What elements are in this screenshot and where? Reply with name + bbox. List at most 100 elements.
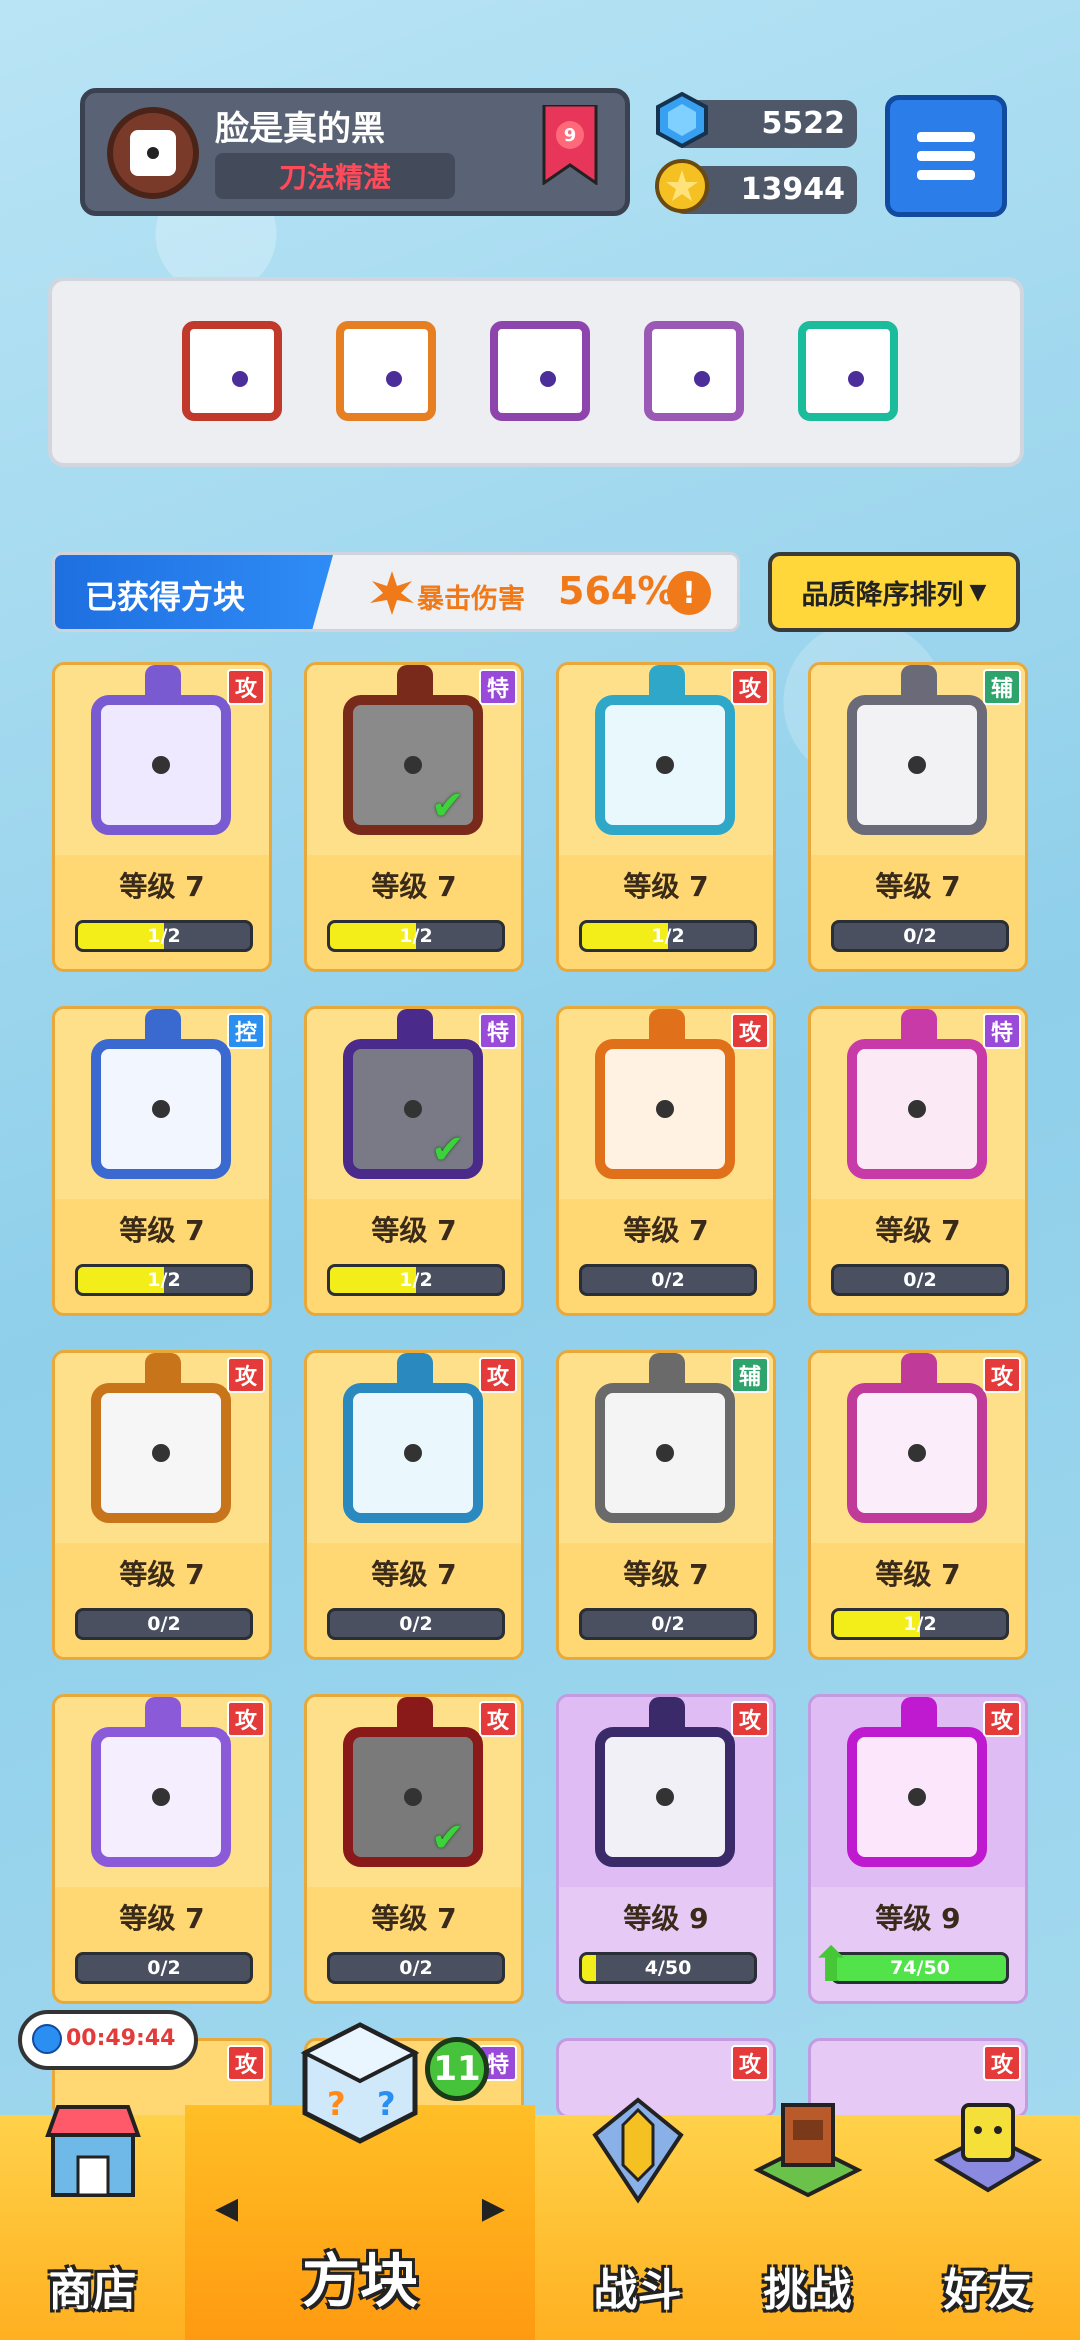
battle-shield-icon [591,2097,684,2204]
card-progress-text: 4/50 [644,1957,692,1979]
info-icon[interactable]: ! [667,571,711,615]
equipped-slot-3[interactable] [490,321,590,421]
svg-text:?: ? [377,2085,396,2123]
block-card[interactable]: 攻 等级 7 0/2 [52,1694,272,2004]
stats-bar: 已获得方块 暴击伤害 564% ! [52,552,740,632]
avatar[interactable] [107,107,199,199]
attack-badge: 攻 [731,669,769,705]
block-card[interactable]: 攻 等级 9 74/50 ⬆ [808,1694,1028,2004]
equipped-check-icon: ✔ [431,783,465,829]
equipped-slot-4[interactable] [644,321,744,421]
mystery-block-icon: ?? [300,2022,420,2144]
block-card[interactable]: 攻 等级 9 4/50 [556,1694,776,2004]
card-progress-bar: 1/2 [75,1264,253,1296]
card-progress-bar: 0/2 [831,1264,1009,1296]
caret-down-icon: ▼ [969,579,987,605]
block-card[interactable]: 攻 等级 7 0/2 [556,1006,776,1316]
card-progress-bar: 0/2 [75,1608,253,1640]
friends-cube-icon [933,2103,1042,2193]
next-arrow-icon[interactable]: ▶ [482,2191,505,2226]
nav-challenge[interactable]: 挑战 [720,2103,895,2340]
attack-badge: 攻 [983,1701,1021,1737]
card-progress-text: 0/2 [399,1613,433,1635]
crit-damage-label: 暴击伤害 [417,584,525,615]
block-card[interactable]: 攻 等级 7 1/2 [808,1350,1028,1660]
timer-bubble[interactable]: 00:49:44 [18,2010,198,2070]
nav-battle[interactable]: 战斗 [545,2097,730,2340]
gem-count: 5522 [761,106,846,141]
attack-badge: 攻 [227,1357,265,1393]
card-progress-bar: 1/2 [75,920,253,952]
control-badge: 控 [227,1013,265,1049]
card-progress-text: 0/2 [903,925,937,947]
nav-shop[interactable]: 商店 [0,2105,185,2340]
block-icon [91,695,231,835]
card-progress-text: 1/2 [147,925,181,947]
dice-icon [130,130,176,176]
gem-counter[interactable]: 5522 [656,92,857,148]
upgrade-arrow-icon[interactable]: ⬆ [811,1937,851,1993]
player-title-box: 刀法精湛 [215,153,455,199]
rank-ribbon-icon[interactable]: 9 [540,103,600,186]
sort-button[interactable]: 品质降序排列 ▼ [768,552,1020,632]
player-title: 刀法精湛 [278,161,391,194]
block-card[interactable]: 攻 等级 7 1/2 [52,662,272,972]
card-progress-bar: 74/50 [831,1952,1009,1984]
card-progress-text: 1/2 [399,1269,433,1291]
card-level: 等级 7 [371,870,457,903]
attack-badge: 攻 [731,1701,769,1737]
nav-battle-label: 战斗 [593,2265,682,2316]
block-card[interactable]: 辅 等级 7 0/2 [556,1350,776,1660]
block-icon [343,1383,483,1523]
coin-icon [655,159,709,213]
card-progress-text: 1/2 [903,1613,937,1635]
coin-count: 13944 [740,172,845,207]
nav-blocks[interactable]: ?? ◀ ▶ 方块 [185,2022,535,2340]
card-progress-text: 0/2 [147,1613,181,1635]
nav-friends[interactable]: 好友 [895,2103,1080,2340]
equipped-slot-1[interactable] [182,321,282,421]
card-progress-text: 0/2 [147,1957,181,1979]
gem-icon [656,92,708,148]
special-badge: 特 [479,1013,517,1049]
coin-counter[interactable]: 13944 [655,159,857,214]
block-icon [91,1039,231,1179]
attack-badge: 攻 [983,2045,1021,2081]
card-level: 等级 7 [119,1214,205,1247]
obtained-blocks-label: 已获得方块 [55,555,333,629]
block-card[interactable]: 辅 等级 7 0/2 [808,662,1028,972]
card-level: 等级 7 [623,1214,709,1247]
block-icon [595,1039,735,1179]
card-progress-text: 0/2 [651,1269,685,1291]
block-card[interactable]: 特 等级 7 0/2 [808,1006,1028,1316]
card-level: 等级 7 [119,1902,205,1935]
card-progress-text: 0/2 [399,1957,433,1979]
block-icon [847,1039,987,1179]
card-progress-text: 0/2 [903,1269,937,1291]
special-badge: 特 [983,1013,1021,1049]
attack-badge: 攻 [731,1013,769,1049]
block-card[interactable]: 攻 等级 7 0/2 [52,1350,272,1660]
card-progress-text: 0/2 [651,1613,685,1635]
player-name: 脸是真的黑 [215,109,385,149]
card-level: 等级 9 [875,1902,961,1935]
equipped-slot-2[interactable] [336,321,436,421]
card-progress-text: 74/50 [890,1957,950,1979]
block-card[interactable]: 攻 等级 7 1/2 [556,662,776,972]
block-card[interactable]: 特 ✔ 等级 7 1/2 [304,662,524,972]
card-progress-bar: 0/2 [579,1608,757,1640]
block-card[interactable]: 攻 等级 7 0/2 [304,1350,524,1660]
block-card[interactable]: 攻 ✔ 等级 7 0/2 [304,1694,524,2004]
card-progress-bar: 1/2 [327,1264,505,1296]
prev-arrow-icon[interactable]: ◀ [215,2191,238,2226]
card-progress-bar: 0/2 [579,1264,757,1296]
card-level: 等级 7 [875,1558,961,1591]
block-card[interactable]: 特 ✔ 等级 7 1/2 [304,1006,524,1316]
block-card[interactable]: 控 等级 7 1/2 [52,1006,272,1316]
menu-button[interactable] [885,95,1007,217]
profile-panel[interactable]: 脸是真的黑 刀法精湛 9 [80,88,630,216]
equipped-slot-5[interactable] [798,321,898,421]
svg-text:?: ? [327,2085,346,2123]
attack-badge: 攻 [479,1357,517,1393]
card-progress-bar: 0/2 [75,1952,253,1984]
